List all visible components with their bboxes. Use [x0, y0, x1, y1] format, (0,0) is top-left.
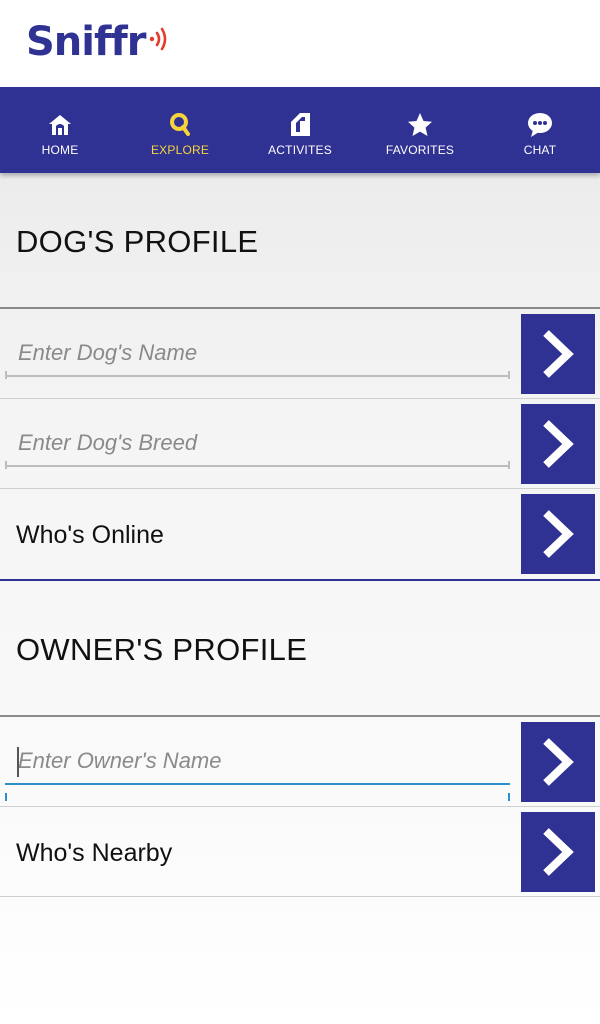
whos-nearby-row[interactable]: Who's Nearby: [0, 807, 600, 896]
input-underline-cap: [508, 371, 510, 379]
input-underline-cap: [5, 371, 7, 379]
chat-icon: [526, 111, 554, 139]
chevron-right-icon: [543, 738, 574, 786]
dog-breed-input[interactable]: [5, 421, 510, 467]
nav-item-explore[interactable]: EXPLORE: [120, 87, 240, 173]
app-header: Sniffr: [0, 0, 600, 87]
nav-label-explore: EXPLORE: [150, 143, 210, 157]
whos-online-button[interactable]: [521, 494, 595, 574]
whos-online-label: Who's Online: [16, 521, 164, 549]
nav-item-activities[interactable]: ACTIVITES: [240, 87, 360, 173]
dog-name-row: [0, 309, 600, 398]
text-cursor: [17, 747, 19, 777]
chevron-right-icon: [543, 828, 574, 876]
activities-icon: [286, 111, 314, 139]
home-icon: [46, 111, 74, 139]
nav-item-home[interactable]: HOME: [0, 87, 120, 173]
star-icon: [406, 111, 434, 139]
app-logo: Sniffr: [26, 18, 170, 66]
chevron-right-icon: [543, 420, 574, 468]
owner-name-row: [0, 717, 600, 806]
input-underline-cap: [508, 793, 510, 801]
nav-label-favorites: FAVORITES: [385, 143, 455, 157]
nav-label-home: HOME: [41, 143, 79, 157]
dog-name-submit-button[interactable]: [521, 314, 595, 394]
logo-text: Sniffr: [26, 19, 147, 65]
whos-online-row[interactable]: Who's Online: [0, 489, 600, 579]
input-underline-cap: [508, 461, 510, 469]
nav-item-favorites[interactable]: FAVORITES: [360, 87, 480, 173]
signal-icon: [149, 27, 166, 51]
owner-name-submit-button[interactable]: [521, 722, 595, 802]
dog-name-input[interactable]: [5, 331, 510, 377]
chevron-right-icon: [543, 330, 574, 378]
section-divider: [0, 579, 600, 581]
main-nav: HOME EXPLORE ACTIVITES FAVORITES CHAT: [0, 87, 600, 173]
input-underline-cap: [5, 461, 7, 469]
search-icon: [166, 111, 194, 139]
chevron-right-icon: [543, 510, 574, 558]
dog-profile-title: DOG'S PROFILE: [16, 224, 259, 259]
nav-item-chat[interactable]: CHAT: [480, 87, 600, 173]
dog-breed-submit-button[interactable]: [521, 404, 595, 484]
whos-nearby-label: Who's Nearby: [16, 839, 173, 867]
whos-nearby-button[interactable]: [521, 812, 595, 892]
owner-name-input[interactable]: [5, 739, 510, 785]
nav-label-activities: ACTIVITES: [268, 143, 332, 157]
input-underline-cap: [5, 793, 7, 801]
owner-profile-title: OWNER'S PROFILE: [16, 632, 308, 667]
divider: [0, 896, 600, 897]
nav-label-chat: CHAT: [523, 143, 557, 157]
dog-breed-row: [0, 399, 600, 488]
app-screen: Sniffr HOME EXPLORE ACTIVITES FAVORITES …: [0, 0, 600, 1024]
